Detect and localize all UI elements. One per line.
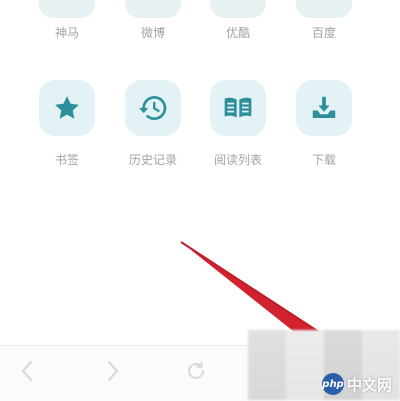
bookmarks-button[interactable] (39, 80, 95, 136)
shortcut-label-baidu[interactable]: 百度 (289, 24, 359, 41)
history-button[interactable] (125, 80, 181, 136)
refresh-icon (184, 359, 208, 387)
reading-list-button[interactable] (210, 80, 266, 136)
shortcut-tile-weibo[interactable] (125, 0, 181, 18)
watermark: php 中文网 (322, 373, 392, 395)
shortcut-label-weibo[interactable]: 微博 (118, 24, 188, 41)
refresh-button[interactable] (181, 358, 211, 388)
reading-list-icon (222, 92, 254, 124)
download-label[interactable]: 下载 (289, 151, 359, 168)
forward-arrow-icon (104, 359, 122, 387)
back-button[interactable] (12, 358, 42, 388)
shortcut-tile-shenma[interactable] (39, 0, 95, 18)
download-icon (309, 93, 339, 123)
star-icon (52, 93, 82, 123)
history-icon (137, 92, 169, 124)
back-arrow-icon (18, 359, 36, 387)
shortcut-label-shenma[interactable]: 神马 (32, 24, 102, 41)
watermark-logo: php (322, 373, 344, 395)
watermark-text: 中文网 (347, 375, 393, 394)
history-label[interactable]: 历史记录 (118, 151, 188, 168)
top-shortcuts-row: 神马 微博 优酷 百度 (0, 0, 400, 48)
forward-button[interactable] (98, 358, 128, 388)
shortcut-label-youku[interactable]: 优酷 (203, 24, 273, 41)
shortcuts-row: 书签 历史记录 阅读列表 下载 (0, 80, 400, 180)
shortcut-tile-baidu[interactable] (296, 0, 352, 18)
download-button[interactable] (296, 80, 352, 136)
bookmarks-label[interactable]: 书签 (32, 151, 102, 168)
reading-list-label[interactable]: 阅读列表 (203, 151, 273, 168)
shortcut-tile-youku[interactable] (210, 0, 266, 18)
